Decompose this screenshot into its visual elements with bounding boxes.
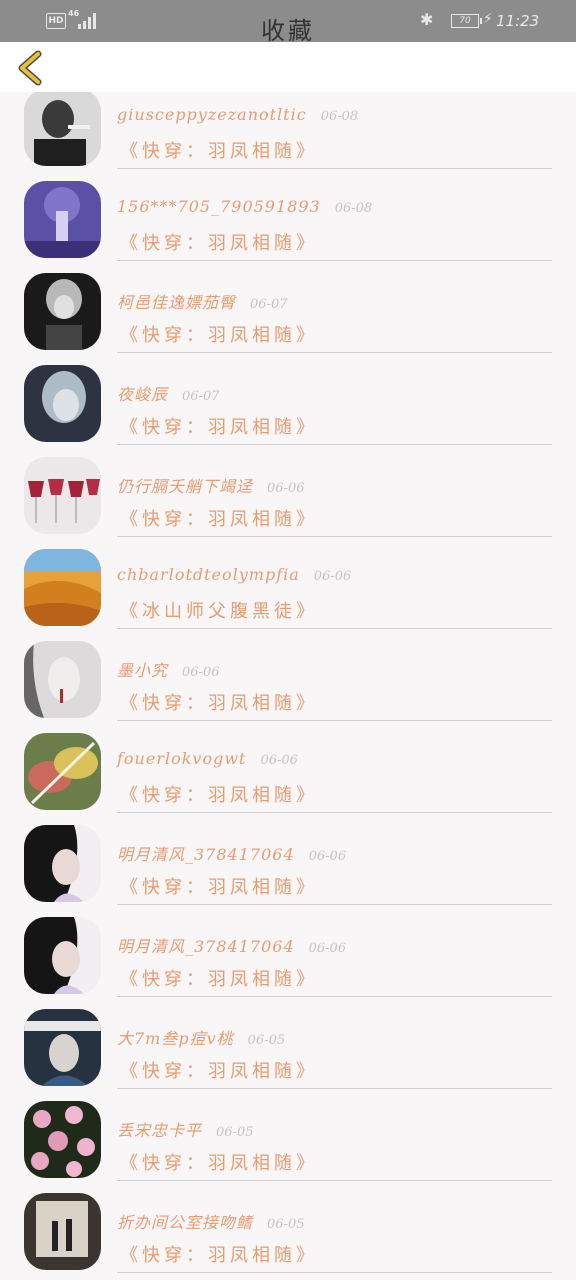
avatar[interactable] [24,1009,101,1086]
user-name: giusceppyzezanotltic 06-08 [117,105,359,124]
divider [117,444,552,445]
divider [117,1180,552,1181]
list-item[interactable]: giusceppyzezanotltic 06-08 《快穿：羽凤相随》 [0,92,576,171]
list-item[interactable]: 柯邑佳逸嫖茄臀 06-07 《快穿：羽凤相随》 [0,263,576,355]
divider [117,352,552,353]
divider [117,904,552,905]
avatar[interactable] [24,92,101,166]
avatar[interactable] [24,641,101,718]
work-title[interactable]: 《冰山师父腹黑徒》 [120,597,318,623]
list-item[interactable]: 明月清风_378417064 06-06 《快穿：羽凤相随》 [0,815,576,907]
avatar[interactable] [24,549,101,626]
list-item[interactable]: 156***705_790591893 06-08 《快穿：羽凤相随》 [0,171,576,263]
avatar[interactable] [24,1101,101,1178]
list-item[interactable]: 仍行膈夭艄下竭迳 06-06 《快穿：羽凤相随》 [0,447,576,539]
list-item[interactable]: 大7m叁p痘v桃 06-05 《快穿：羽凤相随》 [0,999,576,1091]
user-name: 墨小究 06-06 [117,661,220,680]
divider [117,1088,552,1089]
divider [117,168,552,169]
divider [117,628,552,629]
page-title: 收藏 [261,17,315,45]
date-label: 06-08 [334,201,373,216]
date-label: 06-07 [182,389,220,404]
user-name: 明月清风_378417064 06-06 [117,937,347,956]
divider [117,996,552,997]
list-item[interactable]: 墨小究 06-06 《快穿：羽凤相随》 [0,631,576,723]
divider [117,260,552,261]
user-name: 仍行膈夭艄下竭迳 06-06 [117,477,305,496]
user-name: 夜峻辰 06-07 [117,385,220,404]
avatar[interactable] [24,825,101,902]
date-label: 06-06 [308,941,347,956]
work-title[interactable]: 《快穿：羽凤相随》 [120,229,318,255]
work-title[interactable]: 《快穿：羽凤相随》 [120,413,318,439]
divider [117,720,552,721]
avatar[interactable] [24,365,101,442]
work-title[interactable]: 《快穿：羽凤相随》 [120,321,318,347]
work-title[interactable]: 《快穿：羽凤相随》 [120,1057,318,1083]
work-title[interactable]: 《快穿：羽凤相随》 [120,781,318,807]
divider [117,812,552,813]
user-name: chbarlotdteolympfia 06-06 [117,565,352,584]
avatar[interactable] [24,181,101,258]
user-name: 156***705_790591893 06-08 [117,197,373,216]
user-name: 大7m叁p痘v桃 06-05 [117,1029,286,1048]
date-label: 06-08 [320,109,359,124]
favorites-list: giusceppyzezanotltic 06-08 《快穿：羽凤相随》 156*… [0,92,576,1280]
work-title[interactable]: 《快穿：羽凤相随》 [120,137,318,163]
avatar[interactable] [24,733,101,810]
avatar[interactable] [24,273,101,350]
work-title[interactable]: 《快穿：羽凤相随》 [120,965,318,991]
date-label: 06-05 [216,1125,254,1140]
date-label: 06-06 [182,665,220,680]
work-title[interactable]: 《快穿：羽凤相随》 [120,873,318,899]
user-name: 折办间公室接吻鳍 06-05 [117,1213,305,1232]
work-title[interactable]: 《快穿：羽凤相随》 [120,689,318,715]
user-name: 明月清风_378417064 06-06 [117,845,347,864]
work-title[interactable]: 《快穿：羽凤相随》 [120,1241,318,1267]
user-name: fouerlokvogwt 06-06 [117,749,298,768]
list-item[interactable]: 折办间公室接吻鳍 06-05 《快穿：羽凤相随》 [0,1183,576,1275]
list-item[interactable]: 夜峻辰 06-07 《快穿：羽凤相随》 [0,355,576,447]
list-item[interactable]: chbarlotdteolympfia 06-06 《冰山师父腹黑徒》 [0,539,576,631]
avatar[interactable] [24,457,101,534]
avatar[interactable] [24,917,101,994]
date-label: 06-07 [250,297,288,312]
date-label: 06-06 [313,569,352,584]
date-label: 06-06 [308,849,347,864]
divider [117,536,552,537]
date-label: 06-06 [260,753,298,768]
date-label: 06-05 [247,1033,286,1048]
work-title[interactable]: 《快穿：羽凤相随》 [120,1149,318,1175]
divider [117,1272,552,1273]
user-name: 柯邑佳逸嫖茄臀 06-07 [117,293,288,312]
user-name: 丢宋忠卡平 06-05 [117,1121,254,1140]
date-label: 06-05 [267,1217,305,1232]
list-item[interactable]: 丢宋忠卡平 06-05 《快穿：羽凤相随》 [0,1091,576,1183]
work-title[interactable]: 《快穿：羽凤相随》 [120,505,318,531]
list-item[interactable]: fouerlokvogwt 06-06 《快穿：羽凤相随》 [0,723,576,815]
list-item[interactable]: 明月清风_378417064 06-06 《快穿：羽凤相随》 [0,907,576,999]
avatar[interactable] [24,1193,101,1270]
date-label: 06-06 [267,481,305,496]
